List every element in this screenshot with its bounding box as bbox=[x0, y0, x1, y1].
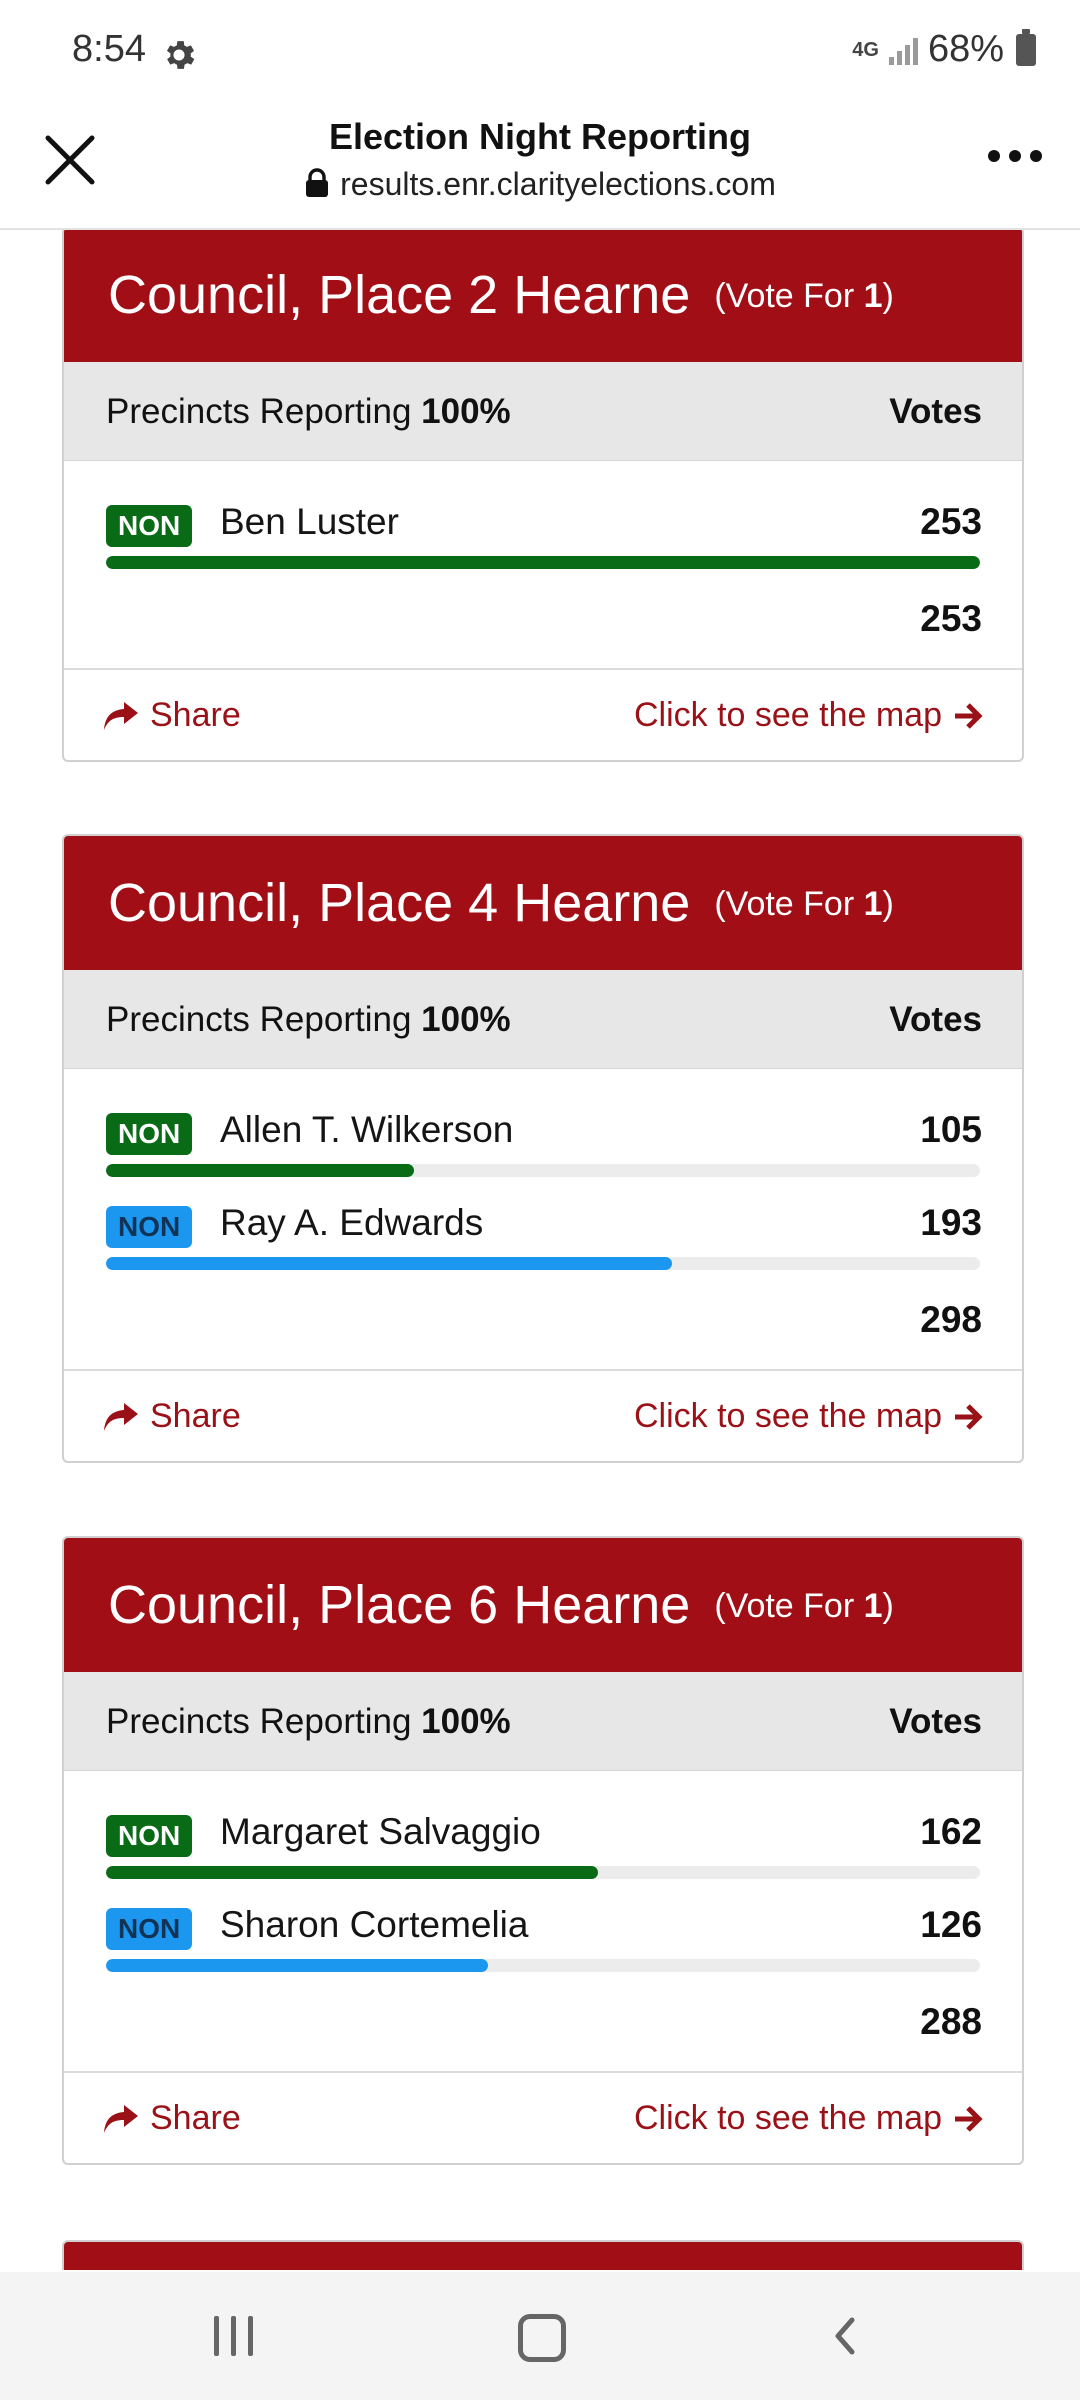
signal-strength-icon bbox=[888, 35, 918, 65]
contest-card-partial bbox=[62, 2240, 1024, 2270]
vote-share-fill bbox=[106, 1959, 489, 1972]
more-options-icon[interactable] bbox=[988, 150, 1042, 162]
vote-share-bar bbox=[106, 556, 980, 569]
votes-column-header: Votes bbox=[889, 1702, 982, 1741]
total-votes-row: 298 bbox=[64, 1277, 1022, 1369]
contest-footer: Share Click to see the map bbox=[64, 1369, 1022, 1461]
settings-gear-icon bbox=[166, 41, 195, 69]
candidate-name: Allen T. Wilkerson bbox=[220, 1109, 514, 1150]
precincts-bar: Precincts Reporting 100% Votes bbox=[64, 970, 1022, 1069]
share-button[interactable]: Share bbox=[102, 2099, 241, 2138]
vote-share-fill bbox=[106, 1866, 598, 1879]
share-icon bbox=[104, 2104, 138, 2133]
candidate-row: NON Margaret Salvaggio 162 bbox=[64, 1793, 1022, 1886]
candidate-row: NON Allen T. Wilkerson 105 bbox=[64, 1091, 1022, 1184]
candidate-votes: 193 bbox=[920, 1202, 982, 1243]
map-link[interactable]: Click to see the map bbox=[634, 1397, 984, 1436]
url-text: results.enr.clarityelections.com bbox=[340, 166, 776, 202]
contest-title: Council, Place 2 Hearne bbox=[108, 265, 691, 325]
system-navigation-bar bbox=[0, 2272, 1080, 2400]
results-list: Council, Place 2 Hearne (Vote For 1) Prec… bbox=[0, 230, 1080, 2270]
vote-for-label: (Vote For 1) bbox=[714, 277, 894, 315]
browser-toolbar: Election Night Reporting results.enr.cla… bbox=[0, 104, 1080, 230]
lock-icon bbox=[306, 168, 329, 197]
contest-header: Council, Place 6 Hearne (Vote For 1) bbox=[64, 1538, 1022, 1672]
share-icon bbox=[104, 701, 138, 730]
vote-share-bar bbox=[106, 1866, 980, 1879]
candidate-name: Ben Luster bbox=[220, 501, 399, 542]
candidate-votes: 162 bbox=[920, 1811, 982, 1852]
share-label: Share bbox=[150, 696, 241, 734]
contest-header: Council, Place 4 Hearne (Vote For 1) bbox=[64, 836, 1022, 970]
battery-icon bbox=[1016, 28, 1036, 66]
status-indicators: 4G 68% bbox=[852, 28, 1036, 71]
party-badge: NON bbox=[106, 505, 193, 547]
contest-footer: Share Click to see the map bbox=[64, 2071, 1022, 2163]
party-badge: NON bbox=[106, 1206, 193, 1248]
vote-share-fill bbox=[106, 1257, 673, 1270]
total-votes-row: 288 bbox=[64, 1979, 1022, 2071]
recent-apps-icon[interactable] bbox=[214, 2316, 253, 2356]
map-link-label: Click to see the map bbox=[633, 1397, 942, 1435]
vote-share-bar bbox=[106, 1257, 980, 1270]
home-icon[interactable] bbox=[518, 2314, 566, 2362]
precincts-bar: Precincts Reporting 100% Votes bbox=[64, 362, 1022, 461]
candidate-votes: 105 bbox=[920, 1109, 982, 1150]
network-type: 4G bbox=[852, 38, 879, 61]
share-button[interactable]: Share bbox=[102, 696, 241, 735]
total-votes: 298 bbox=[920, 1299, 982, 1340]
map-link[interactable]: Click to see the map bbox=[634, 2099, 984, 2138]
vote-share-fill bbox=[106, 556, 980, 569]
party-badge: NON bbox=[106, 1908, 193, 1950]
share-label: Share bbox=[150, 2099, 241, 2137]
votes-column-header: Votes bbox=[889, 1000, 982, 1039]
page-title: Election Night Reporting bbox=[329, 116, 751, 157]
contest-header: Council, Place 2 Hearne (Vote For 1) bbox=[64, 230, 1022, 362]
url-display[interactable]: results.enr.clarityelections.com bbox=[0, 166, 1080, 203]
contest-card: Council, Place 6 Hearne (Vote For 1) Prec… bbox=[62, 1536, 1024, 2165]
share-icon bbox=[104, 1402, 138, 1431]
candidate-row: NON Ray A. Edwards 193 bbox=[64, 1184, 1022, 1277]
vote-share-bar bbox=[106, 1164, 980, 1177]
votes-column-header: Votes bbox=[889, 392, 982, 431]
vote-share-bar bbox=[106, 1959, 980, 1972]
arrow-right-icon bbox=[955, 1403, 983, 1430]
precincts-reporting: Precincts Reporting 100% bbox=[106, 1000, 511, 1039]
contest-header bbox=[64, 2242, 1022, 2270]
battery-percent: 68% bbox=[927, 28, 1004, 70]
map-link[interactable]: Click to see the map bbox=[634, 696, 984, 735]
candidate-name: Sharon Cortemelia bbox=[220, 1904, 529, 1945]
vote-for-label: (Vote For 1) bbox=[714, 1587, 894, 1625]
share-label: Share bbox=[150, 1397, 241, 1435]
map-link-label: Click to see the map bbox=[633, 696, 942, 734]
party-badge: NON bbox=[106, 1113, 193, 1155]
arrow-right-icon bbox=[955, 702, 983, 729]
precincts-bar: Precincts Reporting 100% Votes bbox=[64, 1672, 1022, 1771]
share-button[interactable]: Share bbox=[102, 1397, 241, 1436]
contest-title: Council, Place 4 Hearne bbox=[108, 873, 691, 933]
map-link-label: Click to see the map bbox=[633, 2099, 942, 2137]
contest-title: Council, Place 6 Hearne bbox=[108, 1575, 691, 1635]
candidate-name: Ray A. Edwards bbox=[220, 1202, 484, 1243]
candidate-votes: 253 bbox=[920, 501, 982, 542]
precincts-reporting: Precincts Reporting 100% bbox=[106, 392, 511, 431]
total-votes: 253 bbox=[920, 598, 982, 639]
precincts-reporting: Precincts Reporting 100% bbox=[106, 1702, 511, 1741]
vote-for-label: (Vote For 1) bbox=[714, 885, 894, 923]
contest-footer: Share Click to see the map bbox=[64, 668, 1022, 760]
candidate-row: NON Ben Luster 253 bbox=[64, 483, 1022, 576]
candidate-row: NON Sharon Cortemelia 126 bbox=[64, 1886, 1022, 1979]
vote-share-fill bbox=[106, 1164, 414, 1177]
contest-card: Council, Place 2 Hearne (Vote For 1) Prec… bbox=[62, 230, 1024, 762]
contest-card: Council, Place 4 Hearne (Vote For 1) Prec… bbox=[62, 834, 1024, 1463]
back-icon[interactable] bbox=[826, 2316, 866, 2356]
total-votes: 288 bbox=[920, 2001, 982, 2042]
party-badge: NON bbox=[106, 1815, 193, 1857]
arrow-right-icon bbox=[955, 2105, 983, 2132]
status-time: 8:54 bbox=[72, 28, 146, 70]
status-bar: 8:54 4G 68% bbox=[0, 0, 1080, 104]
candidate-name: Margaret Salvaggio bbox=[220, 1811, 541, 1852]
total-votes-row: 253 bbox=[64, 576, 1022, 668]
candidate-votes: 126 bbox=[920, 1904, 982, 1945]
